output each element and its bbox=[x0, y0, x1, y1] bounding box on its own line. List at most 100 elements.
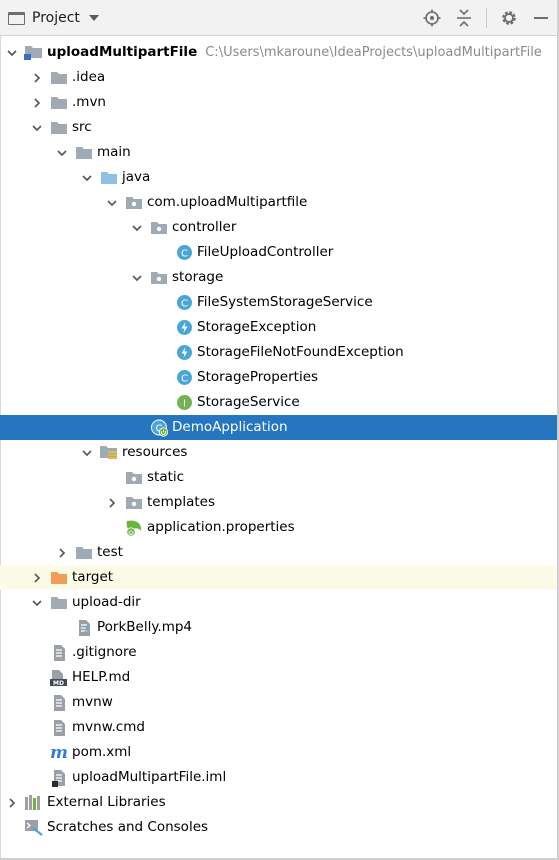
chevron-right-icon[interactable] bbox=[4, 795, 20, 811]
tree-node-storagefilenotfoundexception[interactable]: StorageFileNotFoundException bbox=[0, 340, 557, 365]
tree-node-controller[interactable]: controller bbox=[0, 215, 557, 240]
tree-node-com-uploadmultipartfile[interactable]: com.uploadMultipartfile bbox=[0, 190, 557, 215]
gear-icon[interactable] bbox=[497, 6, 521, 30]
tree-node-label: target bbox=[72, 569, 114, 585]
tree-node-label: .idea bbox=[72, 69, 106, 85]
tree-node-spacer bbox=[29, 770, 45, 786]
tree-node-static[interactable]: static bbox=[0, 465, 557, 490]
text-file-icon bbox=[49, 694, 69, 712]
chevron-down-icon[interactable] bbox=[29, 120, 45, 136]
package-icon bbox=[124, 469, 144, 487]
tree-node-storage[interactable]: storage bbox=[0, 265, 557, 290]
chevron-down-icon[interactable] bbox=[104, 195, 120, 211]
scratches-icon bbox=[24, 819, 44, 837]
tree-node-label: resources bbox=[122, 444, 188, 460]
text-file-icon bbox=[49, 719, 69, 737]
chevron-down-icon[interactable] bbox=[54, 145, 70, 161]
folder-icon bbox=[49, 119, 69, 137]
exception-icon bbox=[174, 319, 194, 337]
tree-node-label: FileSystemStorageService bbox=[197, 294, 373, 310]
tree-node-spacer bbox=[29, 720, 45, 736]
tree-node-filesystemstorageservice[interactable]: C FileSystemStorageService bbox=[0, 290, 557, 315]
tree-node-fileuploadcontroller[interactable]: C FileUploadController bbox=[0, 240, 557, 265]
chevron-right-icon[interactable] bbox=[54, 545, 70, 561]
tree-node-templates[interactable]: templates bbox=[0, 490, 557, 515]
tree-node-demoapplication[interactable]: C DemoApplication bbox=[0, 415, 557, 440]
resources-folder-icon bbox=[99, 444, 119, 462]
tree-node-spacer bbox=[154, 245, 170, 261]
chevron-down-icon[interactable] bbox=[79, 445, 95, 461]
tree-node-label: controller bbox=[172, 219, 237, 235]
tree-node-spacer bbox=[29, 745, 45, 761]
tree-node-storageservice[interactable]: I StorageService bbox=[0, 390, 557, 415]
tree-node-pom-xml[interactable]: m pom.xml bbox=[0, 740, 557, 765]
tree-node-label: Scratches and Consoles bbox=[47, 819, 209, 835]
tree-node-storageexception[interactable]: StorageException bbox=[0, 315, 557, 340]
toolbar-separator bbox=[486, 8, 487, 28]
tree-node-mvnw-cmd[interactable]: mvnw.cmd bbox=[0, 715, 557, 740]
tree-node-scratches-and-consoles[interactable]: Scratches and Consoles bbox=[0, 815, 557, 840]
tree-node-label: External Libraries bbox=[47, 794, 166, 810]
tree-node-mvn[interactable]: .mvn bbox=[0, 90, 557, 115]
chevron-right-icon[interactable] bbox=[29, 570, 45, 586]
project-view-selector[interactable]: Project bbox=[8, 7, 99, 29]
tree-node-help-md[interactable]: MD HELP.md bbox=[0, 665, 557, 690]
tree-node-storageproperties[interactable]: C StorageProperties bbox=[0, 365, 557, 390]
tree-node-label: StorageFileNotFoundException bbox=[197, 344, 404, 360]
spring-boot-class-icon: C bbox=[149, 419, 169, 437]
tree-node-label: storage bbox=[172, 269, 224, 285]
tree-node-java[interactable]: java bbox=[0, 165, 557, 190]
chevron-down-icon[interactable] bbox=[79, 170, 95, 186]
tree-node-label: PorkBelly.mp4 bbox=[97, 619, 193, 635]
chevron-down-icon[interactable] bbox=[129, 270, 145, 286]
tree-node-label: .mvn bbox=[72, 94, 106, 110]
class-icon: C bbox=[174, 369, 194, 387]
spring-properties-icon bbox=[124, 519, 144, 537]
locate-icon[interactable] bbox=[420, 6, 444, 30]
chevron-down-icon[interactable] bbox=[29, 595, 45, 611]
tree-node-spacer bbox=[154, 370, 170, 386]
svg-text:I: I bbox=[183, 399, 186, 410]
tree-node-label: static bbox=[147, 469, 185, 485]
text-file-icon bbox=[49, 644, 69, 662]
tree-node-src[interactable]: src bbox=[0, 115, 557, 140]
markdown-file-icon: MD bbox=[49, 669, 69, 687]
chevron-right-icon[interactable] bbox=[29, 95, 45, 111]
unknown-file-icon: ? bbox=[74, 619, 94, 637]
tree-node-application-properties[interactable]: application.properties bbox=[0, 515, 557, 540]
tree-node-gitignore[interactable]: .gitignore bbox=[0, 640, 557, 665]
chevron-right-icon[interactable] bbox=[29, 70, 45, 86]
tree-node-upload-dir[interactable]: upload-dir bbox=[0, 590, 557, 615]
tree-node-label: upload-dir bbox=[72, 594, 141, 610]
tree-node-spacer bbox=[104, 470, 120, 486]
collapse-all-icon[interactable] bbox=[452, 6, 476, 30]
iml-file-icon bbox=[49, 769, 69, 787]
tree-node-test[interactable]: test bbox=[0, 540, 557, 565]
tree-node-spacer bbox=[29, 670, 45, 686]
chevron-right-icon[interactable] bbox=[104, 495, 120, 511]
tree-node-spacer bbox=[154, 295, 170, 311]
tree-node-resources[interactable]: resources bbox=[0, 440, 557, 465]
tree-node-external-libraries[interactable]: External Libraries bbox=[0, 790, 557, 815]
project-tree: uploadMultipartFile C:\Users\mkaroune\Ide… bbox=[0, 36, 557, 858]
tree-node-spacer bbox=[29, 645, 45, 661]
tree-node-label: pom.xml bbox=[72, 744, 132, 760]
tree-node-mvnw[interactable]: mvnw bbox=[0, 690, 557, 715]
tree-node-uploadmultipartfile-iml[interactable]: uploadMultipartFile.iml bbox=[0, 765, 557, 790]
chevron-down-icon[interactable] bbox=[4, 45, 20, 61]
tree-node-main[interactable]: main bbox=[0, 140, 557, 165]
svg-text:C: C bbox=[181, 299, 188, 310]
svg-text:?: ? bbox=[83, 625, 89, 636]
minimize-icon[interactable] bbox=[529, 6, 553, 30]
svg-text:MD: MD bbox=[53, 680, 64, 687]
tree-node-uploadmultipartfile[interactable]: uploadMultipartFile C:\Users\mkaroune\Ide… bbox=[0, 40, 557, 65]
chevron-down-icon[interactable] bbox=[129, 220, 145, 236]
tree-node-target[interactable]: target bbox=[0, 565, 557, 590]
tree-node-label: .gitignore bbox=[72, 644, 137, 660]
dropdown-arrow-icon bbox=[88, 15, 99, 21]
tree-node-porkbelly-mp4[interactable]: ? PorkBelly.mp4 bbox=[0, 615, 557, 640]
svg-text:m: m bbox=[50, 744, 68, 762]
folder-icon bbox=[74, 544, 94, 562]
tree-node-idea[interactable]: .idea bbox=[0, 65, 557, 90]
tree-node-label: uploadMultipartFile bbox=[47, 44, 198, 60]
